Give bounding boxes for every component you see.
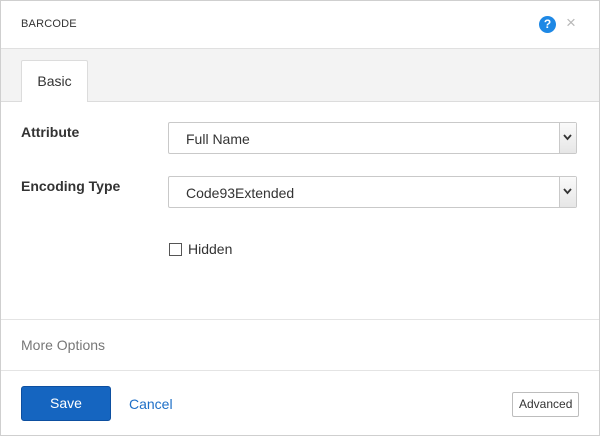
dialog-title: BARCODE (21, 18, 77, 30)
dialog-header: BARCODE ? × (1, 1, 599, 48)
attribute-label: Attribute (21, 124, 80, 140)
divider (1, 370, 599, 371)
hidden-checkbox-label: Hidden (188, 241, 233, 257)
divider (1, 319, 599, 320)
chevron-down-icon[interactable] (559, 123, 576, 153)
tab-bar: Basic (1, 48, 599, 102)
encoding-type-label: Encoding Type (21, 178, 121, 194)
more-options-link[interactable]: More Options (21, 337, 105, 353)
barcode-dialog: BARCODE ? × Basic Attribute Full Name En… (0, 0, 600, 436)
attribute-select[interactable]: Full Name (168, 122, 577, 154)
hidden-checkbox[interactable] (169, 243, 182, 256)
attribute-select-value: Full Name (186, 131, 250, 147)
advanced-button[interactable]: Advanced (512, 392, 580, 417)
cancel-button[interactable]: Cancel (129, 396, 173, 412)
help-icon[interactable]: ? (539, 16, 556, 33)
chevron-down-icon[interactable] (559, 177, 576, 207)
encoding-type-select-value: Code93Extended (186, 185, 295, 201)
encoding-type-select[interactable]: Code93Extended (168, 176, 577, 208)
tab-basic[interactable]: Basic (21, 60, 88, 102)
save-button[interactable]: Save (21, 386, 111, 421)
close-icon[interactable]: × (566, 13, 576, 33)
